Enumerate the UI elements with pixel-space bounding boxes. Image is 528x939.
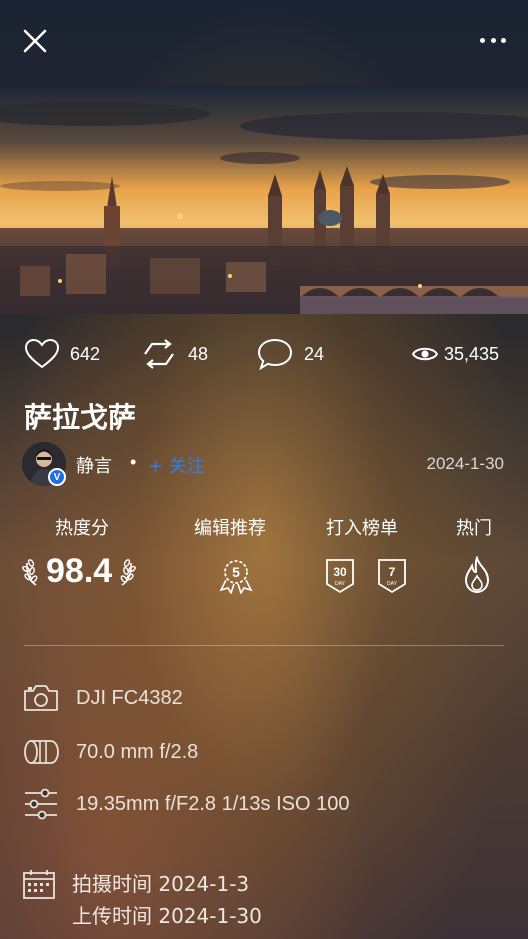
ranking-30-number: 30	[333, 565, 347, 579]
comment-count: 24	[304, 343, 325, 364]
shield-30-icon: 30 DAY	[326, 559, 354, 594]
more-dot-icon	[501, 37, 506, 43]
heat-score-label: 热度分	[55, 518, 109, 539]
close-button[interactable]	[22, 28, 48, 54]
like-button[interactable]: 642	[24, 330, 100, 378]
camera-icon	[24, 685, 58, 711]
follow-button[interactable]: + 关注	[148, 452, 205, 478]
sliders-icon	[25, 788, 57, 820]
more-dot-icon	[490, 37, 496, 43]
flame-icon	[464, 555, 490, 594]
shot-time: 拍摄时间 2024-1-3	[72, 872, 250, 896]
author-name[interactable]: 静言	[76, 452, 112, 478]
ranking-7-unit: DAY	[387, 581, 398, 587]
photo-image[interactable]	[0, 86, 528, 314]
ranking-7-number: 7	[389, 565, 396, 579]
heat-score: 98.4	[22, 552, 137, 591]
editor-pick-number: 5	[232, 564, 240, 580]
settings-row: 19.35mm f/F2.8 1/13s ISO 100	[22, 788, 349, 820]
repost-icon	[144, 339, 174, 369]
divider	[24, 645, 504, 646]
view-count: 35,435	[444, 343, 500, 364]
separator-dot: •	[130, 452, 137, 472]
camera-model: DJI FC4382	[76, 686, 183, 709]
laurel-right-icon	[120, 558, 137, 586]
editor-pick-badge[interactable]: 5	[218, 556, 254, 599]
verified-badge: V	[48, 468, 66, 486]
author-row: V 静言 • + 关注 2024-1-30	[22, 442, 506, 486]
calendar-icon	[23, 870, 55, 899]
photo-title: 萨拉戈萨	[24, 401, 137, 434]
hot-badge[interactable]	[462, 555, 492, 599]
views-stat: 35,435	[412, 330, 499, 378]
camera-row: DJI FC4382	[22, 682, 183, 714]
hot-label: 热门	[456, 518, 492, 539]
more-dot-icon	[480, 37, 485, 43]
lens-row: 70.0 mm f/2.8	[22, 736, 198, 768]
ranking-7day-badge[interactable]: 7 DAY	[377, 558, 407, 599]
top-bar	[0, 0, 528, 86]
heart-icon	[24, 338, 60, 369]
like-count: 642	[70, 343, 101, 364]
comment-button[interactable]: 24	[256, 330, 324, 378]
shield-7-icon: 7 DAY	[378, 559, 406, 594]
heat-score-value: 98.4	[46, 552, 113, 590]
repost-button[interactable]: 48	[140, 330, 208, 378]
ranking-30day-badge[interactable]: 30 DAY	[325, 558, 355, 599]
time-info: 拍摄时间 2024-1-3 上传时间 2024-1-30	[22, 868, 262, 932]
lens-icon	[24, 740, 59, 764]
repost-count: 48	[188, 343, 209, 364]
lens-info: 70.0 mm f/2.8	[76, 740, 199, 763]
shooting-settings: 19.35mm f/F2.8 1/13s ISO 100	[76, 792, 350, 815]
laurel-left-icon	[22, 558, 38, 586]
publish-date: 2024-1-30	[426, 454, 504, 473]
editor-pick-label: 编辑推荐	[194, 518, 266, 539]
eye-icon	[412, 347, 438, 361]
ranking-30-unit: DAY	[335, 581, 346, 587]
comment-icon	[257, 338, 293, 371]
awards-row: 热度分 编辑推荐 打入榜单 热门 98.4 5 30 DAY 7 DAY	[0, 514, 528, 604]
upload-time: 上传时间 2024-1-30	[72, 904, 262, 928]
ranking-label: 打入榜单	[326, 518, 398, 539]
more-options-button[interactable]	[480, 30, 506, 50]
stats-bar: 642 48 24 35,435	[0, 330, 528, 378]
award-medal-icon: 5	[219, 560, 253, 595]
close-icon	[23, 29, 47, 53]
